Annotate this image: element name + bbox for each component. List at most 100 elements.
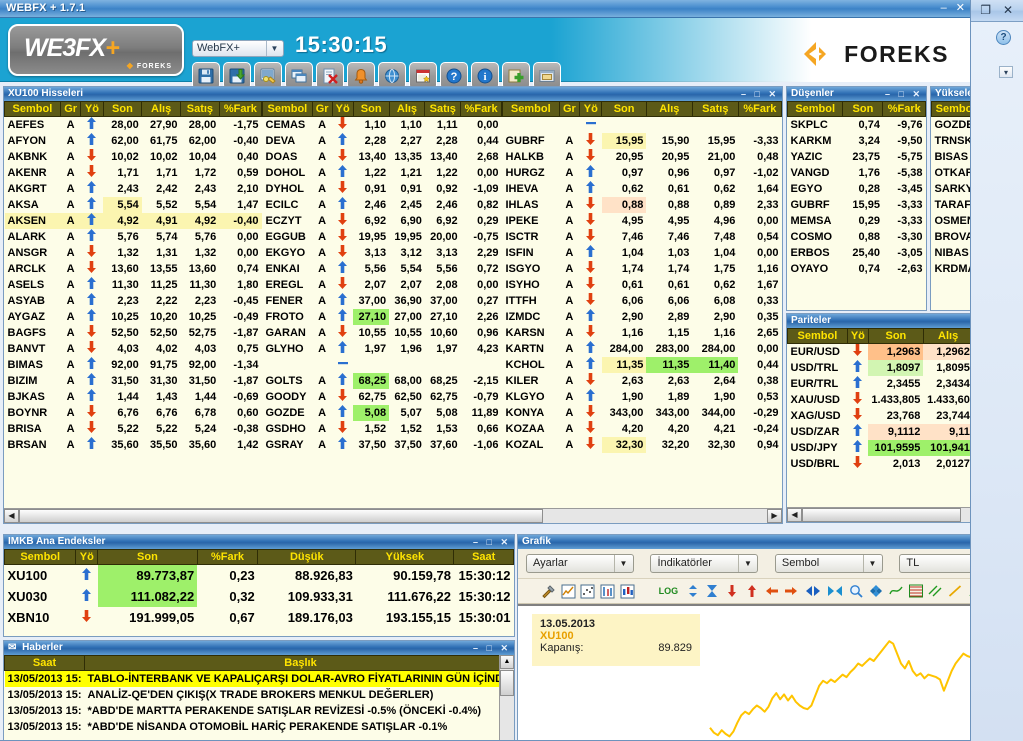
column-header[interactable]: Alış: [645, 101, 693, 117]
table-row[interactable]: USD/BRL2,0132,01272,0132: [787, 455, 970, 472]
table-row[interactable]: TRNSK0,51: [931, 132, 970, 149]
table-row[interactable]: ASYAB A 2,23 2,22 2,23 -0,45: [4, 292, 262, 309]
table-row[interactable]: DOHOL A 1,22 1,21 1,22 0,00: [262, 164, 502, 181]
table-row[interactable]: OTKAR78,00: [931, 164, 970, 181]
scroll-left-arrow[interactable]: ◀: [787, 508, 802, 522]
table-row[interactable]: CEMAS A 1,10 1,10 1,11 0,00: [262, 116, 502, 133]
zoom-icon[interactable]: [848, 583, 865, 600]
table-row[interactable]: AKSA A 5,54 5,52 5,54 1,47: [4, 196, 262, 213]
table-row[interactable]: BIZIM A 31,50 31,30 31,50 -1,87: [4, 372, 262, 389]
chevron-down-icon[interactable]: ▼: [738, 555, 756, 572]
table-row[interactable]: ENKAI A 5,56 5,54 5,56 0,72: [262, 260, 502, 277]
list-item[interactable]: 13/05/2013 15: TABLO-İNTERBANK VE KAPALIÇ…: [4, 670, 499, 687]
column-header[interactable]: %Fark: [218, 101, 263, 117]
table-row[interactable]: KCHOL A 11,35 11,35 11,40 0,44: [502, 356, 782, 373]
panel-controls-endeksler[interactable]: – □ ✕: [473, 535, 511, 549]
column-header[interactable]: Satış: [424, 101, 462, 117]
table-row[interactable]: DOAS A 13,40 13,35 13,40 2,68: [262, 148, 502, 165]
column-header[interactable]: Gr: [59, 101, 82, 117]
table-row[interactable]: KONYA A 343,00 343,00 344,00 -0,29: [502, 404, 782, 421]
table-row[interactable]: MEMSA 0,29 -3,33: [787, 212, 926, 229]
table-row[interactable]: GUBRF 15,95 -3,33: [787, 196, 926, 213]
table-row[interactable]: EREGL A 2,07 2,07 2,08 0,00: [262, 276, 502, 293]
table-row[interactable]: [502, 116, 782, 133]
column-header[interactable]: %Fark: [882, 101, 926, 117]
compress-icon[interactable]: [825, 583, 845, 600]
table-row[interactable]: ANSGR A 1,32 1,31 1,32 0,00: [4, 244, 262, 261]
table-row[interactable]: DYHOL A 0,91 0,91 0,92 -1,09: [262, 180, 502, 197]
table-row[interactable]: KARSN A 1,16 1,15 1,16 2,65: [502, 324, 782, 341]
table-row[interactable]: GOODY A 62,75 62,50 62,75 -0,79: [262, 388, 502, 405]
column-header[interactable]: Başlık: [84, 655, 499, 671]
table-row[interactable]: ISGYO A 1,74 1,74 1,75 1,16: [502, 260, 782, 277]
table-row[interactable]: ECZYT A 6,92 6,90 6,92 0,29: [262, 212, 502, 229]
candlestick-chart-icon[interactable]: [619, 583, 636, 600]
table-row[interactable]: AKSEN A 4,92 4,91 4,92 -0,40: [4, 212, 262, 229]
table-row[interactable]: VANGD 1,76 -5,38: [787, 164, 926, 181]
list-item[interactable]: 13/05/2013 15: *ABD'DE MARTTA PERAKENDE S…: [4, 702, 499, 719]
table-row[interactable]: DEVA A 2,28 2,27 2,28 0,44: [262, 132, 502, 149]
table-row[interactable]: ISFIN A 1,04 1,03 1,04 0,00: [502, 244, 782, 261]
table-row[interactable]: GLYHO A 1,97 1,96 1,97 4,23: [262, 340, 502, 357]
table-row[interactable]: ITTFH A 6,06 6,06 6,08 0,33: [502, 292, 782, 309]
column-header[interactable]: Satış: [691, 101, 739, 117]
chevron-down-icon[interactable]: ▼: [266, 41, 282, 56]
column-header[interactable]: Yüksek: [355, 549, 455, 565]
panel-title-pariteler[interactable]: Pariteler: [787, 314, 970, 328]
table-row[interactable]: FROTO A 27,10 27,00 27,10 2,26: [262, 308, 502, 325]
fib-support-icon[interactable]: S: [967, 583, 970, 600]
table-row[interactable]: SKPLC 0,74 -9,76: [787, 116, 926, 133]
currency-combo[interactable]: TL ▼: [899, 554, 970, 573]
table-row[interactable]: XBN10 191.999,05 0,67 189.176,03 193.155,15 1…: [4, 606, 514, 628]
table-row[interactable]: BJKAS A 1,44 1,43 1,44 -0,69: [4, 388, 262, 405]
table-row[interactable]: USD/TRL1,80971,80951,8099: [787, 359, 970, 376]
panel-controls-haberler[interactable]: – □ ✕: [473, 641, 511, 655]
panel-title-grafik[interactable]: Grafik: [518, 535, 970, 549]
app-minimize-button[interactable]: –: [941, 2, 947, 14]
table-row[interactable]: IHEVA A 0,62 0,61 0,62 1,64: [502, 180, 782, 197]
table-row[interactable]: EUR/TRL2,34552,34342,3475: [787, 375, 970, 392]
xu100-horizontal-scrollbar[interactable]: ◀ ▶: [4, 508, 782, 523]
table-row[interactable]: HALKB A 20,95 20,95 21,00 0,48: [502, 148, 782, 165]
indicators-combo[interactable]: İndikatörler ▼: [650, 554, 759, 573]
grid-icon[interactable]: [907, 583, 924, 600]
panel-title-yukselenler[interactable]: Yükselenler: [931, 87, 970, 101]
scroll-thumb[interactable]: [500, 670, 514, 696]
scroll-down-icon[interactable]: [724, 583, 741, 600]
table-row[interactable]: AEFES A 28,00 27,90 28,00 -1,75: [4, 116, 262, 133]
table-row[interactable]: SARKY3,47: [931, 180, 970, 197]
column-header[interactable]: Alış: [922, 328, 970, 344]
log-scale-icon[interactable]: LOG: [656, 583, 682, 600]
desktop-dropdown-icon[interactable]: ▾: [999, 66, 1013, 78]
table-row[interactable]: ALARK A 5,76 5,74 5,76 0,00: [4, 228, 262, 245]
table-row[interactable]: KOZAA A 4,20 4,20 4,21 -0,24: [502, 420, 782, 437]
table-row[interactable]: XU100 89.773,87 0,23 88.926,83 90.159,78 15:3…: [4, 564, 514, 586]
scroll-thumb[interactable]: [802, 508, 962, 522]
column-header[interactable]: Yö: [331, 101, 354, 117]
table-row[interactable]: ERBOS 25,40 -3,05: [787, 244, 926, 261]
table-row[interactable]: ASELS A 11,30 11,25 11,30 1,80: [4, 276, 262, 293]
table-row[interactable]: GSRAY A 37,50 37,50 37,60 -1,06: [262, 436, 502, 453]
table-row[interactable]: EKGYO A 3,13 3,12 3,13 2,29: [262, 244, 502, 261]
column-header[interactable]: Saat: [453, 549, 514, 565]
table-row[interactable]: BISAS0,92: [931, 148, 970, 165]
table-row[interactable]: COSMO 0,88 -3,30: [787, 228, 926, 245]
panel-title-xu100[interactable]: XU100 Hisseleri – □ ✕: [4, 87, 782, 101]
scroll-up-icon[interactable]: [743, 583, 760, 600]
chart-canvas[interactable]: 13.05.2013 XU100 Kapanış: 89.829: [518, 604, 970, 740]
table-row[interactable]: TARAF7,52: [931, 196, 970, 213]
column-header[interactable]: Yö: [846, 328, 869, 344]
desktop-close-button[interactable]: ✕: [1003, 2, 1013, 18]
table-row[interactable]: FENER A 37,00 36,90 37,00 0,27: [262, 292, 502, 309]
table-row[interactable]: NIBAS1,10: [931, 244, 970, 261]
crosshair-icon[interactable]: [868, 583, 885, 600]
table-row[interactable]: KLGYO A 1,90 1,89 1,90 0,53: [502, 388, 782, 405]
settings-combo[interactable]: Ayarlar ▼: [526, 554, 634, 573]
scroll-left-icon[interactable]: [763, 583, 780, 600]
table-row[interactable]: ECILC A 2,46 2,45 2,46 0,82: [262, 196, 502, 213]
table-row[interactable]: IZMDC A 2,90 2,89 2,90 0,35: [502, 308, 782, 325]
table-row[interactable]: GOZDE A 5,08 5,07 5,08 11,89: [262, 404, 502, 421]
list-item[interactable]: 13/05/2013 15: *ABD'DE NİSANDA OTOMOBİL H…: [4, 718, 499, 735]
table-row[interactable]: KILER A 2,63 2,63 2,64 0,38: [502, 372, 782, 389]
table-row[interactable]: [262, 356, 502, 373]
